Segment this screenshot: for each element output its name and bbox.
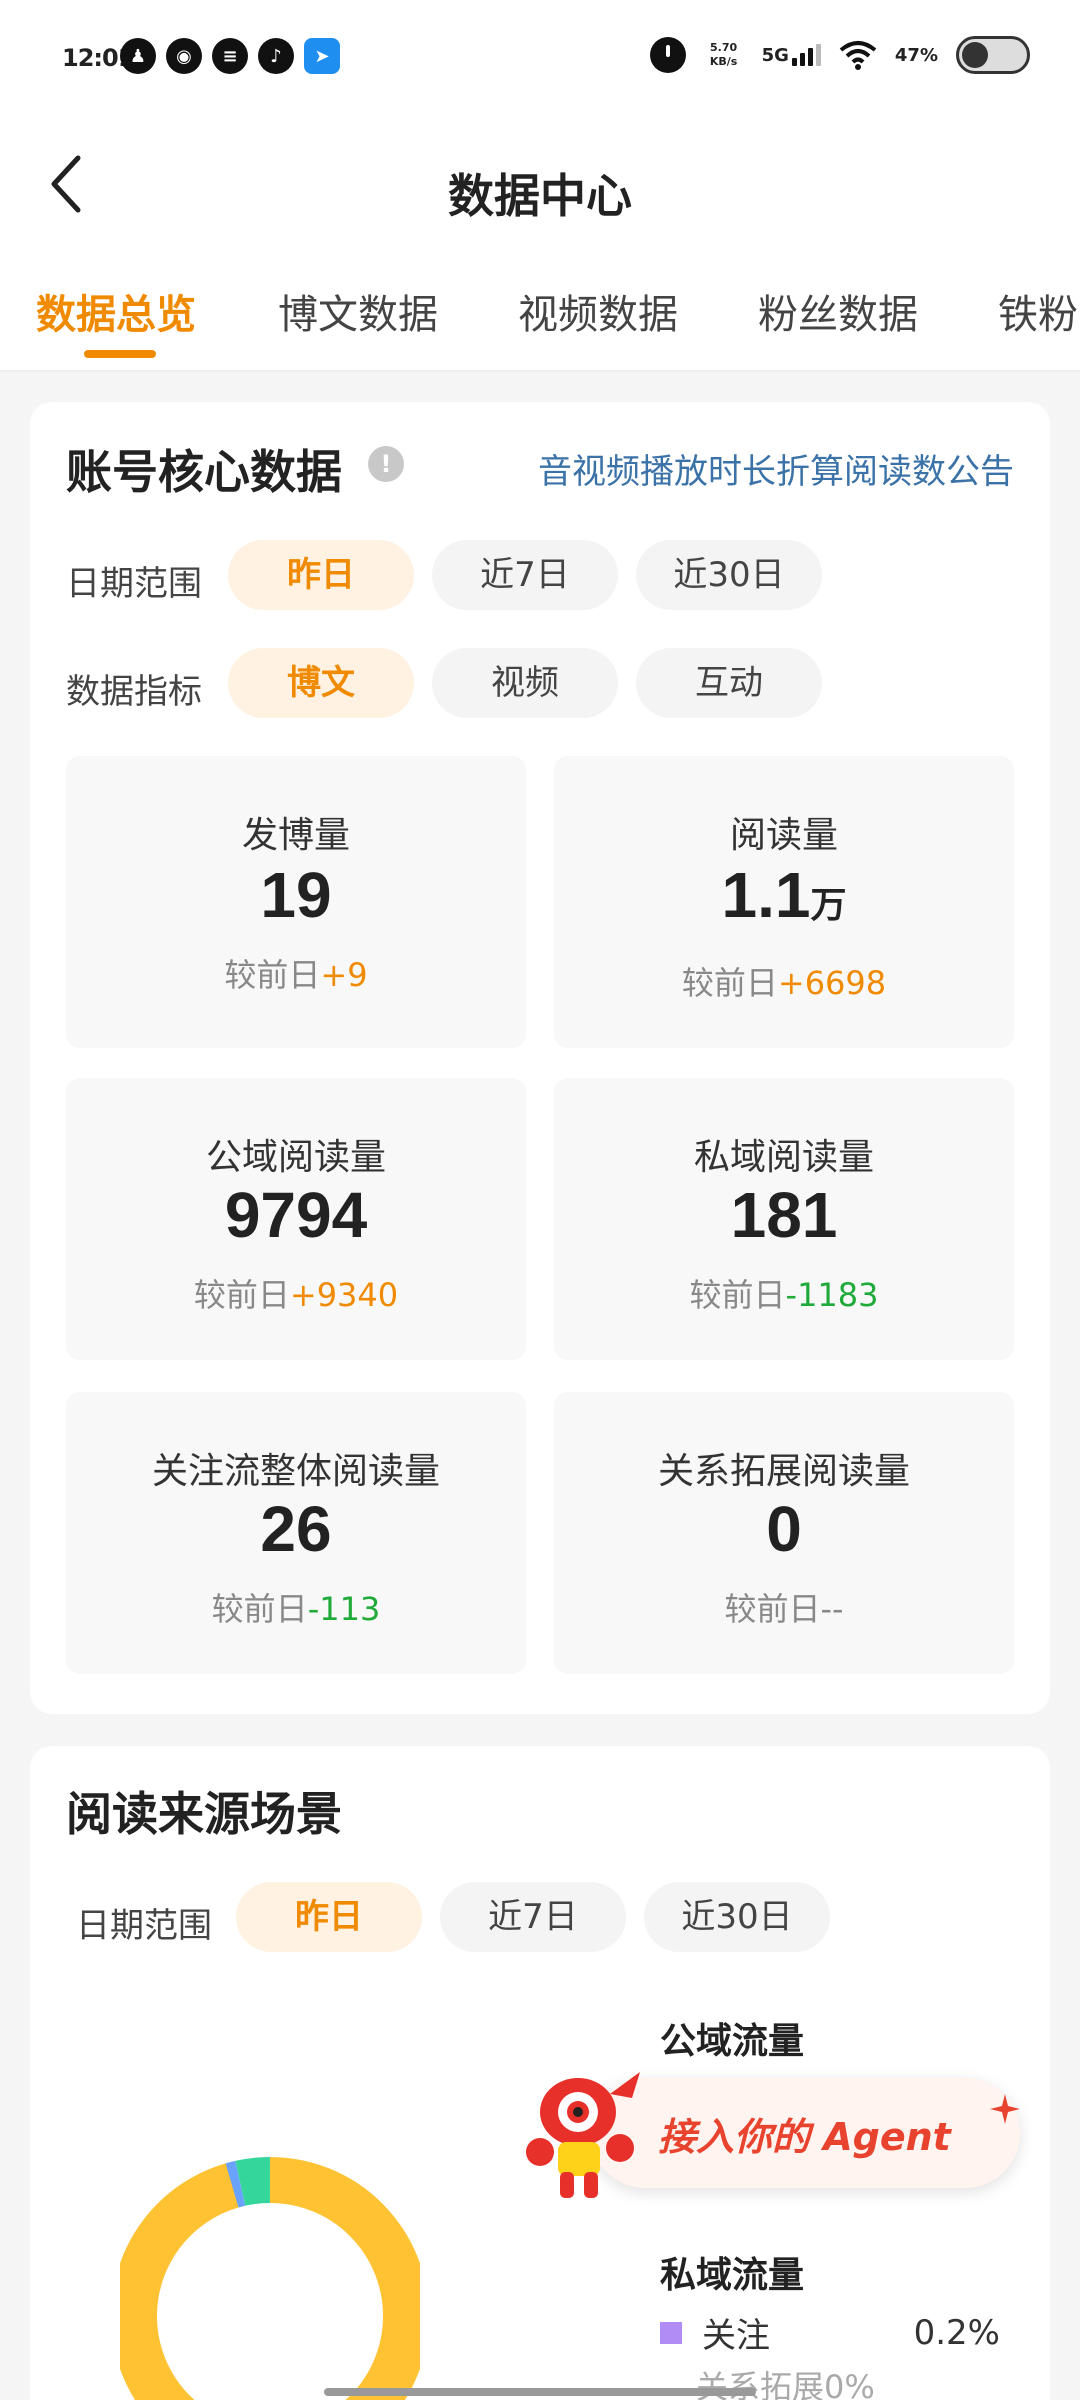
tab-fans[interactable]: 粉丝数据: [758, 282, 918, 340]
source-date-option-7d[interactable]: 近7日: [440, 1882, 626, 1952]
agent-promo-banner[interactable]: 接入你的 Agent: [520, 2064, 1020, 2204]
stat-tile: 关系拓展阅读量 0 较前日--: [554, 1392, 1014, 1674]
metric-option-interaction[interactable]: 互动: [636, 648, 822, 718]
metric-option-posts[interactable]: 博文: [228, 648, 414, 718]
stat-tile: 公域阅读量 9794 较前日+9340: [66, 1078, 526, 1360]
battery-icon: [956, 36, 1030, 74]
tab-posts[interactable]: 博文数据: [278, 282, 438, 340]
legend-label: 关注: [702, 2316, 770, 2356]
mascot-icon: [526, 2072, 640, 2198]
tab-videos[interactable]: 视频数据: [518, 282, 678, 340]
info-icon[interactable]: !: [368, 446, 404, 482]
date-range-label: 日期范围: [66, 564, 202, 604]
stat-delta: 较前日+9: [224, 956, 368, 994]
tab-iron-fans[interactable]: 铁粉: [998, 282, 1078, 340]
stat-label: 发博量: [241, 815, 350, 856]
metric-label: 数据指标: [66, 672, 202, 712]
tab-overview[interactable]: 数据总览: [36, 282, 196, 340]
stat-label: 公域阅读量: [205, 1137, 386, 1178]
legend-percent: 0.2%: [913, 2312, 1000, 2353]
stat-label: 阅读量: [729, 815, 838, 856]
date-option-7d[interactable]: 近7日: [432, 540, 618, 610]
alarm-icon: [649, 37, 686, 73]
page-title: 数据中心: [448, 169, 632, 223]
stat-label: 私域阅读量: [693, 1137, 874, 1178]
sparkle-icon: [990, 2094, 1020, 2124]
notice-link[interactable]: 音视频播放时长折算阅读数公告: [538, 444, 1014, 493]
source-date-option-30d[interactable]: 近30日: [644, 1882, 830, 1952]
status-bar: 12:01 ♟ ◉ ≡ ♪ ➤ 5.70 KB/s 5G 47%: [0, 0, 1080, 110]
legend-item: 关注 0.2%: [660, 2308, 1000, 2357]
stat-tile: 私域阅读量 181 较前日-1183: [554, 1078, 1014, 1360]
signal-indicator: 5G: [762, 44, 821, 66]
net-speed-unit: KB/s: [709, 55, 738, 68]
stat-delta: 较前日--: [724, 1590, 844, 1628]
private-traffic-heading: 私域流量: [660, 2255, 805, 2296]
date-option-yesterday[interactable]: 昨日: [228, 540, 414, 610]
stat-value: 1.1万: [721, 859, 847, 931]
tiktok-icon: ♪: [258, 38, 294, 74]
metric-option-videos[interactable]: 视频: [432, 648, 618, 718]
core-data-title: 账号核心数据: [66, 445, 342, 499]
stat-label: 关系拓展阅读量: [657, 1451, 910, 1492]
agent-promo-text: 接入你的 Agent: [658, 2115, 951, 2159]
app-header: 数据中心: [0, 110, 1080, 260]
stat-value: 181: [730, 1179, 838, 1251]
signal-icon: [791, 44, 821, 66]
tab-bar: 数据总览 博文数据 视频数据 粉丝数据 铁粉: [0, 260, 1080, 372]
wifi-icon: [839, 41, 877, 70]
core-data-card: 账号核心数据 ! 音视频播放时长折算阅读数公告 日期范围 昨日 近7日 近30日…: [30, 402, 1050, 1714]
stat-delta: 较前日-113: [211, 1590, 381, 1628]
public-traffic-heading: 公域流量: [660, 2021, 805, 2062]
stat-tile: 关注流整体阅读量 26 较前日-113: [66, 1392, 526, 1674]
stat-value: 0: [766, 1493, 802, 1565]
date-option-30d[interactable]: 近30日: [636, 540, 822, 610]
stat-value: 19: [260, 859, 332, 931]
qq-icon: ♟: [120, 38, 156, 74]
net-speed: 5.70 KB/s: [704, 41, 744, 69]
status-right: 5.70 KB/s 5G 47%: [649, 36, 1030, 74]
lantern-icon: ≡: [212, 38, 248, 74]
weibo-icon: ◉: [166, 38, 202, 74]
stat-value: 26: [260, 1493, 332, 1565]
stat-label: 关注流整体阅读量: [151, 1451, 440, 1492]
legend-swatch: [660, 2321, 682, 2344]
donut-segment: [120, 2157, 420, 2400]
net-speed-value: 5.70: [710, 41, 738, 54]
stat-delta: 较前日+6698: [681, 964, 887, 1002]
stat-value: 9794: [224, 1179, 368, 1251]
bluemsg-icon: ➤: [304, 38, 340, 74]
stat-tile: 阅读量 1.1万 较前日+6698: [554, 756, 1014, 1048]
source-date-option-yesterday[interactable]: 昨日: [236, 1882, 422, 1952]
stat-tile: 发博量 19 较前日+9: [66, 756, 526, 1048]
source-donut-chart: [120, 2157, 420, 2400]
battery-percent: 47%: [894, 44, 938, 66]
network-type: 5G: [761, 45, 789, 66]
date-range-label: 日期范围: [76, 1906, 212, 1946]
active-tab-indicator: [84, 350, 156, 358]
stat-delta: 较前日+9340: [193, 1276, 399, 1314]
home-indicator[interactable]: [324, 2388, 756, 2396]
stat-delta: 较前日-1183: [689, 1276, 879, 1314]
status-app-icons: ♟ ◉ ≡ ♪ ➤: [120, 38, 340, 74]
reading-source-title: 阅读来源场景: [66, 1787, 342, 1841]
